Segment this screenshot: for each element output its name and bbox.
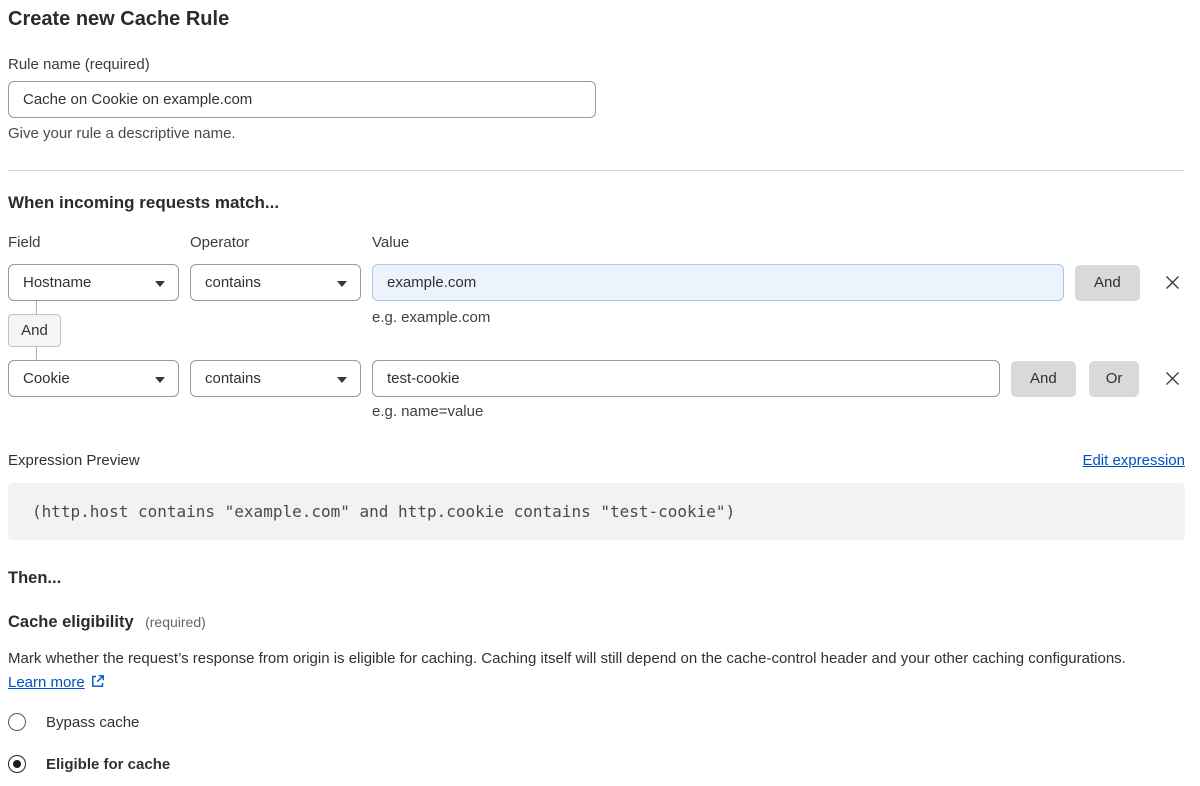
radio-unchecked-icon: [8, 713, 26, 731]
external-link-icon: [90, 674, 105, 689]
rule-name-helper: Give your rule a descriptive name.: [8, 125, 1185, 142]
field-select-row-2[interactable]: Cookie: [8, 360, 179, 397]
operator-column-label: Operator: [190, 234, 372, 251]
chevron-down-icon: [337, 281, 347, 287]
operator-select-row-2-value: contains: [205, 370, 261, 387]
value-input-row-2[interactable]: [372, 360, 1000, 397]
match-heading: When incoming requests match...: [8, 193, 1185, 213]
cache-eligibility-title: Cache eligibility: [8, 613, 134, 631]
value-hint-row-1: e.g. example.com: [372, 309, 490, 326]
add-and-condition-button-row-1[interactable]: And: [1075, 265, 1140, 301]
value-column-label: Value: [372, 234, 409, 251]
expression-code-block: (http.host contains "example.com" and ht…: [8, 483, 1185, 540]
rule-name-label: Rule name (required): [8, 56, 1185, 73]
radio-label-eligible-for-cache: Eligible for cache: [46, 756, 170, 773]
radio-option-eligible-for-cache[interactable]: Eligible for cache: [8, 755, 170, 773]
expression-preview-header: Expression Preview Edit expression: [8, 452, 1185, 469]
page-title: Create new Cache Rule: [8, 6, 1185, 32]
match-row-1: Hostname contains And: [8, 264, 1185, 301]
cache-eligibility-header: Cache eligibility (required): [8, 612, 1185, 633]
connector-line-bottom: [36, 347, 37, 360]
operator-select-row-1[interactable]: contains: [190, 264, 361, 301]
remove-condition-button-row-2[interactable]: [1164, 370, 1181, 387]
radio-label-bypass-cache: Bypass cache: [46, 714, 139, 731]
value-hint-row-2: e.g. name=value: [372, 403, 1185, 420]
close-icon: [1164, 274, 1181, 291]
create-cache-rule-page: Create new Cache Rule Rule name (require…: [0, 0, 1200, 786]
connector-line-top: [36, 301, 37, 315]
operator-select-row-1-value: contains: [205, 274, 261, 291]
field-select-row-1[interactable]: Hostname: [8, 264, 179, 301]
expression-preview-label: Expression Preview: [8, 452, 140, 469]
field-column-label: Field: [8, 234, 190, 251]
operator-select-row-2[interactable]: contains: [190, 360, 361, 397]
chevron-down-icon: [155, 281, 165, 287]
value-input-row-1[interactable]: [372, 264, 1064, 301]
edit-expression-link[interactable]: Edit expression: [1082, 452, 1185, 469]
chevron-down-icon: [155, 377, 165, 383]
radio-checked-icon: [8, 755, 26, 773]
connector-and-toggle-button[interactable]: And: [8, 314, 61, 347]
match-row-2: Cookie contains And Or: [8, 360, 1185, 397]
radio-option-bypass-cache[interactable]: Bypass cache: [8, 713, 139, 731]
rule-name-input[interactable]: [8, 81, 596, 118]
learn-more-link[interactable]: Learn more: [8, 674, 85, 691]
close-icon: [1164, 370, 1181, 387]
section-divider: [8, 170, 1185, 171]
required-indicator: (required): [145, 614, 206, 630]
field-select-row-2-value: Cookie: [23, 370, 70, 387]
chevron-down-icon: [337, 377, 347, 383]
then-heading: Then...: [8, 568, 1185, 588]
add-and-condition-button-row-2[interactable]: And: [1011, 361, 1076, 397]
cache-eligibility-description: Mark whether the request’s response from…: [8, 647, 1163, 695]
column-labels: Field Operator Value: [8, 234, 1185, 251]
remove-condition-button-row-1[interactable]: [1164, 274, 1181, 291]
add-or-condition-button-row-2[interactable]: Or: [1089, 361, 1140, 397]
description-text: Mark whether the request’s response from…: [8, 650, 1126, 667]
field-select-row-1-value: Hostname: [23, 274, 91, 291]
condition-connector-area: And e.g. example.com: [8, 301, 1185, 360]
